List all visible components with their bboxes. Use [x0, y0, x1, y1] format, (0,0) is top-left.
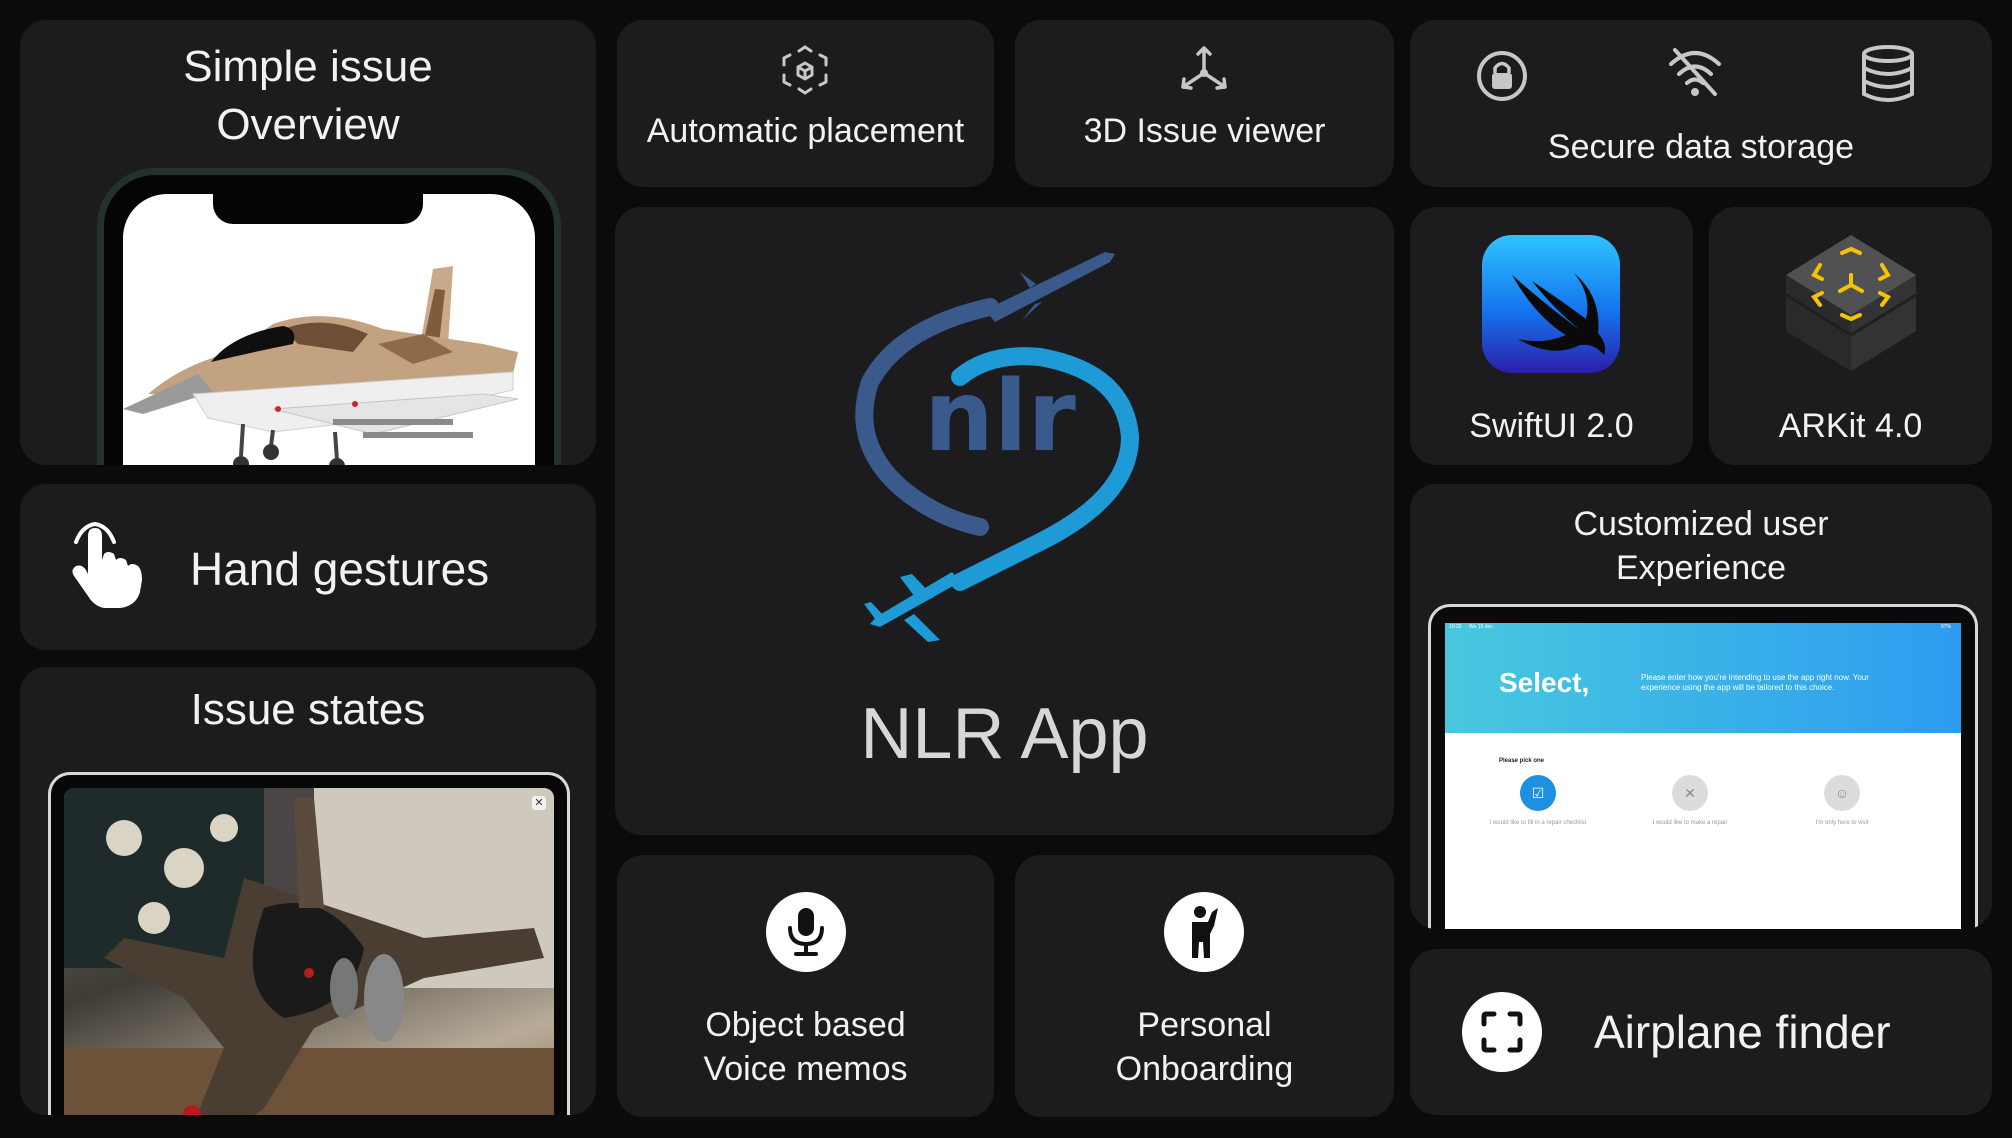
- ipad-ux-screen: 10:32 We 16 dec. 97% Select, Please ente…: [1445, 623, 1961, 929]
- ipad-ar-mockup: ✕: [48, 772, 570, 1115]
- ipad-ux-mockup: 10:32 We 16 dec. 97% Select, Please ente…: [1428, 604, 1978, 929]
- database-icon: [1862, 45, 1914, 102]
- ux-intro-text: Please enter how you're intending to use…: [1641, 673, 1869, 692]
- personal-onboarding-label: Personal Onboarding: [1115, 1006, 1294, 1088]
- scan-frame-icon: [1462, 992, 1542, 1072]
- card-customized-ux[interactable]: Customized user Experience 10:32 We 16 d…: [1410, 484, 1992, 929]
- person-icon: ☺: [1824, 775, 1860, 811]
- card-automatic-placement[interactable]: Automatic placement: [617, 20, 994, 187]
- hand-gestures-label: Hand gestures: [190, 543, 490, 595]
- ar-jet-image: [64, 788, 554, 1115]
- card-personal-onboarding[interactable]: Personal Onboarding: [1015, 855, 1394, 1117]
- swiftui-label: SwiftUI 2.0: [1469, 407, 1634, 445]
- nlr-app-title: NLR App: [860, 694, 1149, 774]
- wifi-off-icon: [1669, 48, 1721, 96]
- fighter-jet-image: [123, 266, 519, 465]
- arkit-label: ARKit 4.0: [1778, 407, 1923, 445]
- simple-issue-title: Simple issue Overview: [183, 42, 433, 149]
- card-hand-gestures[interactable]: Hand gestures: [20, 484, 596, 650]
- ipad-ar-screen: ✕: [64, 788, 554, 1115]
- card-arkit[interactable]: ARKit 4.0: [1709, 207, 1992, 465]
- hand-tap-icon: [72, 522, 142, 608]
- arkit-logo-icon: [1782, 231, 1920, 379]
- microphone-icon: [766, 892, 846, 972]
- card-simple-issue-overview[interactable]: Simple issue Overview: [20, 20, 596, 465]
- ux-status-time: 10:32: [1449, 624, 1462, 630]
- iphone-mockup: [97, 168, 561, 465]
- nlr-logo-text: nlr: [924, 360, 1076, 474]
- person-waving-icon: [1164, 892, 1244, 972]
- card-airplane-finder[interactable]: Airplane finder: [1410, 949, 1992, 1115]
- close-ar-view-icon[interactable]: ✕: [532, 796, 546, 810]
- card-voice-memos[interactable]: Object based Voice memos: [617, 855, 994, 1117]
- lock-icon: [1477, 51, 1527, 101]
- nlr-logo: nlr: [855, 252, 1140, 642]
- tools-icon: ✕: [1672, 775, 1708, 811]
- placement-icon: [782, 45, 828, 95]
- card-nlr-app[interactable]: nlr NLR App: [615, 207, 1394, 835]
- checklist-icon: ☑: [1520, 775, 1556, 811]
- iphone-screen: [123, 194, 535, 465]
- card-swiftui[interactable]: SwiftUI 2.0: [1410, 207, 1693, 465]
- voice-memos-label: Object based Voice memos: [703, 1006, 908, 1088]
- ux-status-battery: 97%: [1940, 624, 1951, 630]
- customized-ux-title: Customized user Experience: [1573, 505, 1829, 587]
- ux-pick-label: Please pick one: [1499, 758, 1545, 764]
- issue-states-title: Issue states: [190, 685, 426, 734]
- ux-status-date: We 16 dec.: [1469, 624, 1495, 630]
- airplane-finder-label: Airplane finder: [1594, 1006, 1891, 1058]
- ux-heading: Select,: [1499, 667, 1590, 698]
- card-3d-issue-viewer[interactable]: 3D Issue viewer: [1015, 20, 1394, 187]
- swift-logo-icon: [1482, 235, 1620, 373]
- 3d-axis-icon: [1181, 46, 1227, 90]
- secure-data-storage-label: Secure data storage: [1547, 128, 1855, 166]
- 3d-issue-viewer-label: 3D Issue viewer: [1083, 112, 1326, 150]
- card-secure-data-storage[interactable]: Secure data storage: [1410, 20, 1992, 187]
- automatic-placement-label: Automatic placement: [646, 112, 965, 150]
- card-issue-states[interactable]: Issue states ✕: [20, 667, 596, 1115]
- ux-screen-header: 10:32 We 16 dec. 97% Select, Please ente…: [1445, 623, 1961, 733]
